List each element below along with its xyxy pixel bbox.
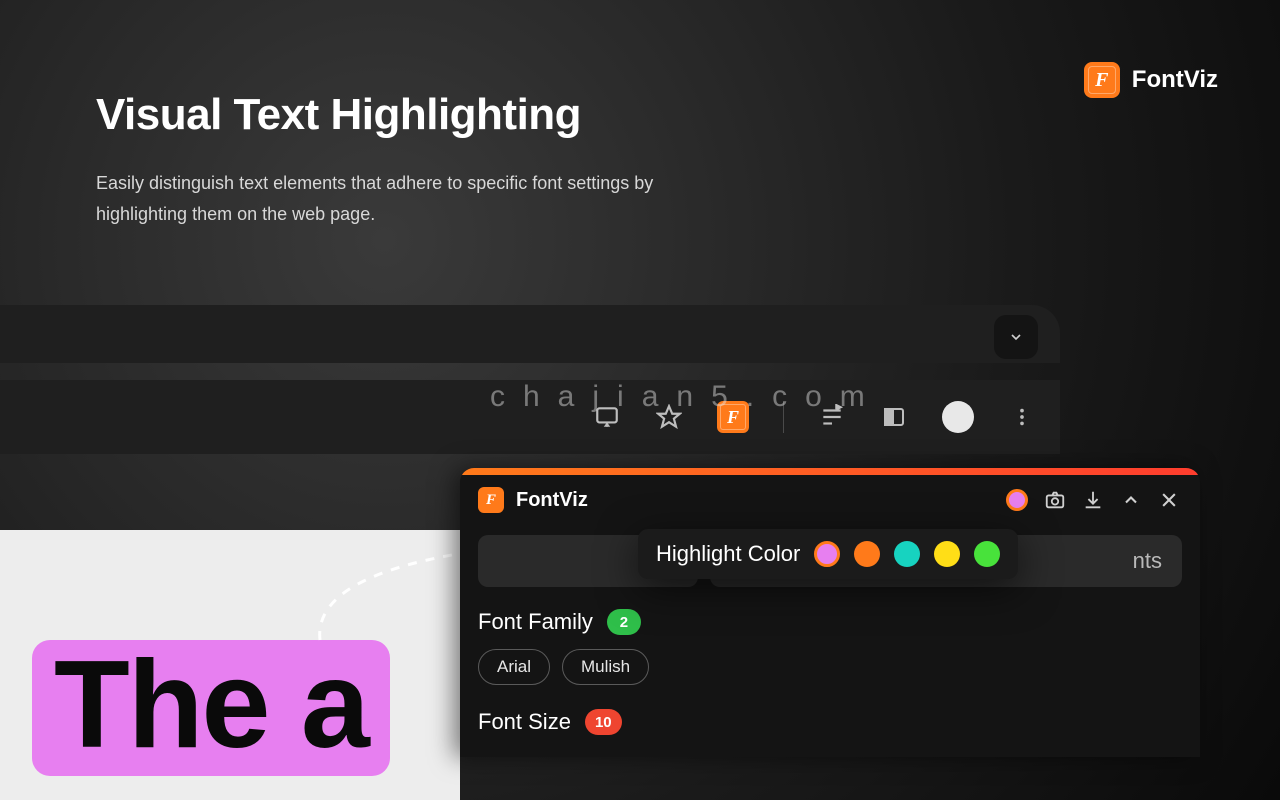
- brand-icon: [1084, 62, 1120, 98]
- search-row: nts Highlight Color: [478, 535, 1182, 587]
- sidepanel-icon[interactable]: [880, 403, 908, 431]
- fontviz-extension-icon[interactable]: [717, 401, 749, 433]
- collapse-up-icon[interactable]: [1118, 487, 1144, 513]
- highlight-color-label: Highlight Color: [656, 541, 800, 567]
- color-swatch-1[interactable]: [854, 541, 880, 567]
- reading-list-icon[interactable]: [818, 403, 846, 431]
- browser-tabbar: [0, 305, 1060, 363]
- font-family-section: Font Family 2: [478, 609, 1182, 635]
- bookmark-star-icon[interactable]: [655, 403, 683, 431]
- brand-name: FontViz: [1132, 66, 1218, 94]
- font-family-count-badge: 2: [607, 609, 641, 635]
- color-swatch-4[interactable]: [974, 541, 1000, 567]
- font-size-label: Font Size: [478, 709, 571, 735]
- profile-avatar[interactable]: [942, 401, 974, 433]
- hero-subtitle: Easily distinguish text elements that ad…: [96, 168, 656, 229]
- color-swatch-2[interactable]: [894, 541, 920, 567]
- highlight-color-popover: Highlight Color: [638, 529, 1018, 579]
- font-size-section: Font Size 10: [478, 709, 1182, 735]
- highlight-color-button[interactable]: [1004, 487, 1030, 513]
- panel-title: FontViz: [516, 489, 588, 512]
- hero: Visual Text Highlighting Easily distingu…: [96, 90, 656, 229]
- font-family-chips: Arial Mulish: [478, 649, 1182, 685]
- browser-toolbar: [0, 380, 1060, 454]
- brand-lockup: FontViz: [1084, 62, 1218, 98]
- highlighted-sample-text: The a: [32, 640, 390, 776]
- kebab-menu-icon[interactable]: [1008, 403, 1036, 431]
- collapse-button[interactable]: [994, 315, 1038, 359]
- toolbar-separator: [783, 401, 784, 433]
- panel-header: FontViz: [460, 475, 1200, 529]
- color-swatch-0[interactable]: [814, 541, 840, 567]
- extension-panel: FontViz nts Highlight Color: [460, 468, 1200, 757]
- download-icon[interactable]: [1080, 487, 1106, 513]
- color-swatch-3[interactable]: [934, 541, 960, 567]
- font-size-count-badge: 10: [585, 709, 622, 735]
- chip-arial[interactable]: Arial: [478, 649, 550, 685]
- chevron-down-icon: [1008, 329, 1024, 345]
- panel-logo-icon: [478, 487, 504, 513]
- chip-mulish[interactable]: Mulish: [562, 649, 649, 685]
- screenshot-icon[interactable]: [1042, 487, 1068, 513]
- font-family-label: Font Family: [478, 609, 593, 635]
- hero-title: Visual Text Highlighting: [96, 90, 656, 140]
- panel-accent-bar: [460, 468, 1200, 475]
- close-icon[interactable]: [1156, 487, 1182, 513]
- cast-icon[interactable]: [593, 403, 621, 431]
